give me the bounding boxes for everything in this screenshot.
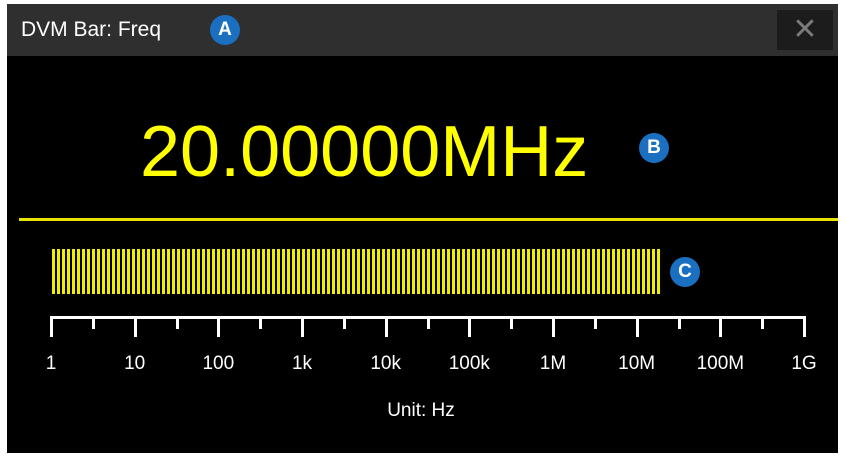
frequency-reading: 20.00000MHz: [140, 112, 589, 192]
scale-major-tick: [803, 316, 806, 337]
scale-tick-label: 1k: [291, 353, 313, 374]
unit-label: Unit: Hz: [387, 400, 455, 421]
scale-minor-tick: [593, 316, 597, 329]
window-title: DVM Bar: Freq: [21, 18, 162, 41]
log-scale: Unit: Hz 1 10 100 1k 10k 100k 1M 10M 100M 1G: [7, 302, 838, 432]
scale-tick-label: 100M: [696, 353, 745, 374]
scale-major-tick: [719, 316, 723, 337]
scale-minor-tick: [510, 316, 514, 329]
scale-major-tick: [552, 316, 555, 337]
scale-minor-tick: [175, 316, 179, 329]
title-bar: DVM Bar: Freq A ✕: [7, 4, 838, 56]
callout-c-badge: C: [670, 257, 700, 287]
scale-major-tick: [635, 316, 639, 337]
scale-major-tick: [133, 316, 137, 337]
scale-tick-label: 10: [124, 353, 146, 374]
dvm-bar-window: DVM Bar: Freq A ✕ 20.00000MHz B C Unit: …: [7, 4, 838, 453]
frequency-bar-fill: [52, 249, 660, 294]
scale-major-tick: [468, 316, 472, 337]
scale-tick-label: 100k: [448, 353, 490, 374]
scale-tick-label: 10k: [370, 353, 401, 374]
scale-major-tick: [384, 316, 388, 337]
close-icon: ✕: [792, 12, 818, 47]
callout-a-badge: A: [210, 15, 240, 45]
scale-minor-tick: [761, 316, 765, 329]
scale-tick-label: 1M: [539, 353, 567, 374]
callout-b-badge: B: [639, 133, 669, 163]
scale-tick-label: 1G: [791, 353, 817, 374]
scale-tick-label: 100: [202, 353, 235, 374]
scale-tick-label: 10M: [618, 353, 656, 374]
scale-minor-tick: [677, 316, 681, 329]
close-button[interactable]: ✕: [777, 10, 833, 50]
scale-major-tick: [301, 316, 304, 337]
scale-minor-tick: [342, 316, 346, 329]
scale-minor-tick: [426, 316, 430, 329]
scale-minor-tick: [91, 316, 95, 329]
scale-minor-tick: [259, 316, 263, 329]
scale-major-tick: [217, 316, 221, 337]
scale-tick-label: 1: [45, 353, 57, 374]
scale-major-tick: [50, 316, 53, 337]
divider-line: [19, 218, 838, 221]
